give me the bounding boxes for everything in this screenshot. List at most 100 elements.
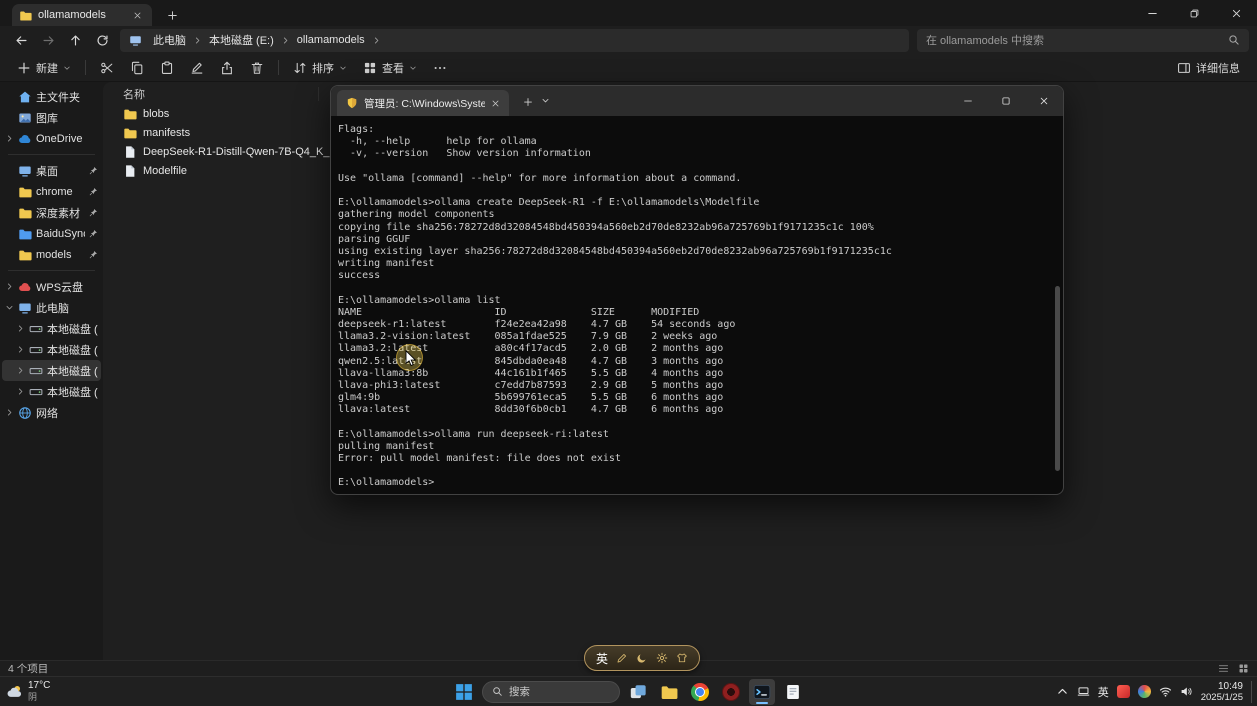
sidebar-item-network[interactable]: 网络 <box>2 402 101 423</box>
explorer-tab[interactable]: ollamamodels <box>12 4 152 26</box>
start-button[interactable] <box>451 679 477 705</box>
view-button[interactable]: 查看 <box>356 56 424 80</box>
gear-icon[interactable] <box>656 652 668 664</box>
red-circle-app-button[interactable] <box>718 679 744 705</box>
terminal-new-tab-button[interactable] <box>519 94 537 110</box>
terminal-taskbar-button[interactable] <box>749 679 775 705</box>
chevron-right-icon[interactable] <box>16 387 25 396</box>
tab-close-button[interactable] <box>130 8 145 23</box>
task-view-button[interactable] <box>625 679 651 705</box>
pin-icon <box>89 208 98 217</box>
up-button[interactable] <box>62 28 89 52</box>
breadcrumb-this-pc[interactable]: 此电脑 <box>149 30 190 50</box>
new-button[interactable]: 新建 <box>10 56 78 80</box>
rename-button[interactable] <box>183 56 211 80</box>
chrome-icon <box>691 683 709 701</box>
pen-icon[interactable] <box>616 652 628 664</box>
sidebar-item-drive-d[interactable]: 本地磁盘 (D:) <box>2 339 101 360</box>
tray-app-icon-red[interactable] <box>1117 685 1130 698</box>
sidebar-item-desktop[interactable]: 桌面 <box>2 160 101 181</box>
taskbar-clock[interactable]: 10:49 2025/1/25 <box>1201 681 1243 703</box>
volume-button[interactable] <box>1180 685 1193 698</box>
sidebar-item-models[interactable]: models <box>2 244 101 265</box>
sidebar-item-drive-c[interactable]: 本地磁盘 (C:) <box>2 318 101 339</box>
tray-device-button[interactable] <box>1077 685 1090 698</box>
breadcrumb[interactable]: 此电脑 本地磁盘 (E:) ollamamodels <box>120 29 909 52</box>
refresh-button[interactable] <box>89 28 116 52</box>
sidebar-item-onedrive[interactable]: OneDrive <box>2 128 101 149</box>
chevron-down-icon[interactable] <box>5 303 14 312</box>
terminal-tab[interactable]: 管理员: C:\Windows\System32 <box>337 90 509 116</box>
terminal-close-button[interactable] <box>1025 86 1063 116</box>
more-options-button[interactable] <box>426 56 454 80</box>
terminal-line <box>338 465 1053 477</box>
chevron-right-icon[interactable] <box>16 324 25 333</box>
network-button[interactable] <box>1159 685 1172 698</box>
tray-overflow-button[interactable] <box>1056 685 1069 698</box>
sidebar-item-this-pc[interactable]: 此电脑 <box>2 297 101 318</box>
new-tab-button[interactable] <box>162 6 182 24</box>
drive-icon <box>29 343 43 357</box>
forward-button[interactable] <box>35 28 62 52</box>
paste-button[interactable] <box>153 56 181 80</box>
tab-close-icon[interactable] <box>491 99 500 108</box>
delete-button[interactable] <box>243 56 271 80</box>
details-view-icon[interactable] <box>1218 663 1229 674</box>
show-desktop-button[interactable] <box>1251 681 1254 703</box>
sidebar-item-label: 本地磁盘 (D:) <box>47 342 98 358</box>
details-pane-button[interactable]: 详细信息 <box>1170 56 1247 80</box>
sidebar-item-chrome[interactable]: chrome <box>2 181 101 202</box>
terminal-minimize-button[interactable] <box>949 86 987 116</box>
chevron-down-icon <box>339 64 347 72</box>
thumbnail-view-icon[interactable] <box>1238 663 1249 674</box>
cut-button[interactable] <box>93 56 121 80</box>
share-icon <box>220 61 234 75</box>
terminal-line: llama3.2:latest a80c4f17acd5 2.0 GB 2 mo… <box>338 343 1053 355</box>
chevron-right-icon[interactable] <box>16 366 25 375</box>
terminal-title-bar[interactable]: 管理员: C:\Windows\System32 <box>331 86 1063 116</box>
back-button[interactable] <box>8 28 35 52</box>
ime-indicator[interactable]: 英 <box>1098 684 1109 700</box>
breadcrumb-ollamamodels[interactable]: ollamamodels <box>293 32 369 48</box>
sort-button[interactable]: 排序 <box>286 56 354 80</box>
search-icon <box>1228 34 1240 46</box>
ime-mode-label[interactable]: 英 <box>596 650 608 667</box>
sidebar-item-home[interactable]: 主文件夹 <box>2 86 101 107</box>
breadcrumb-drive-e[interactable]: 本地磁盘 (E:) <box>205 30 278 50</box>
moon-icon[interactable] <box>636 652 648 664</box>
sidebar-item-drive-e[interactable]: 本地磁盘 (E:) <box>2 360 101 381</box>
terminal-scrollbar[interactable] <box>1055 286 1060 471</box>
column-header-name[interactable]: 名称 <box>109 84 329 104</box>
sidebar-item-baidusyncdisk[interactable]: BaiduSyncdisk <box>2 223 101 244</box>
sidebar-item-drive-f[interactable]: 本地磁盘 (F:) <box>2 381 101 402</box>
file-explorer-taskbar-button[interactable] <box>656 679 682 705</box>
share-button[interactable] <box>213 56 241 80</box>
taskbar-search[interactable]: 搜索 <box>482 681 620 703</box>
terminal-maximize-button[interactable] <box>987 86 1025 116</box>
skin-icon[interactable] <box>676 652 688 664</box>
chevron-right-icon[interactable] <box>16 345 25 354</box>
sidebar-item-label: chrome <box>36 186 85 198</box>
tray-app-icon-colorful[interactable] <box>1138 685 1151 698</box>
copy-button[interactable] <box>123 56 151 80</box>
search-input[interactable]: 在 ollamamodels 中搜索 <box>917 29 1249 52</box>
terminal-output[interactable]: Flags: -h, --help help for ollama -v, --… <box>331 116 1063 494</box>
ime-toolbar[interactable]: 英 <box>584 645 700 671</box>
sidebar-item-materials[interactable]: 深度素材 <box>2 202 101 223</box>
sidebar-item-wps-cloud[interactable]: WPS云盘 <box>2 276 101 297</box>
chevron-right-icon[interactable] <box>5 282 14 291</box>
minimize-button[interactable] <box>1131 0 1173 26</box>
restore-button[interactable] <box>1173 0 1215 26</box>
weather-widget[interactable]: 17°C 阴 <box>6 681 50 702</box>
chevron-right-icon[interactable] <box>5 408 14 417</box>
notepad-taskbar-button[interactable] <box>780 679 806 705</box>
chevron-right-icon[interactable] <box>5 134 14 143</box>
close-button[interactable] <box>1215 0 1257 26</box>
chrome-taskbar-button[interactable] <box>687 679 713 705</box>
laptop-icon <box>1077 685 1090 698</box>
terminal-line: llava:latest 8dd30f6b0cb1 4.7 GB 6 month… <box>338 404 1053 416</box>
terminal-tab-dropdown-button[interactable] <box>541 96 555 108</box>
sidebar-item-gallery[interactable]: 图库 <box>2 107 101 128</box>
file-name: Modelfile <box>143 165 187 177</box>
terminal-tab-title: 管理员: C:\Windows\System32 <box>364 96 485 111</box>
